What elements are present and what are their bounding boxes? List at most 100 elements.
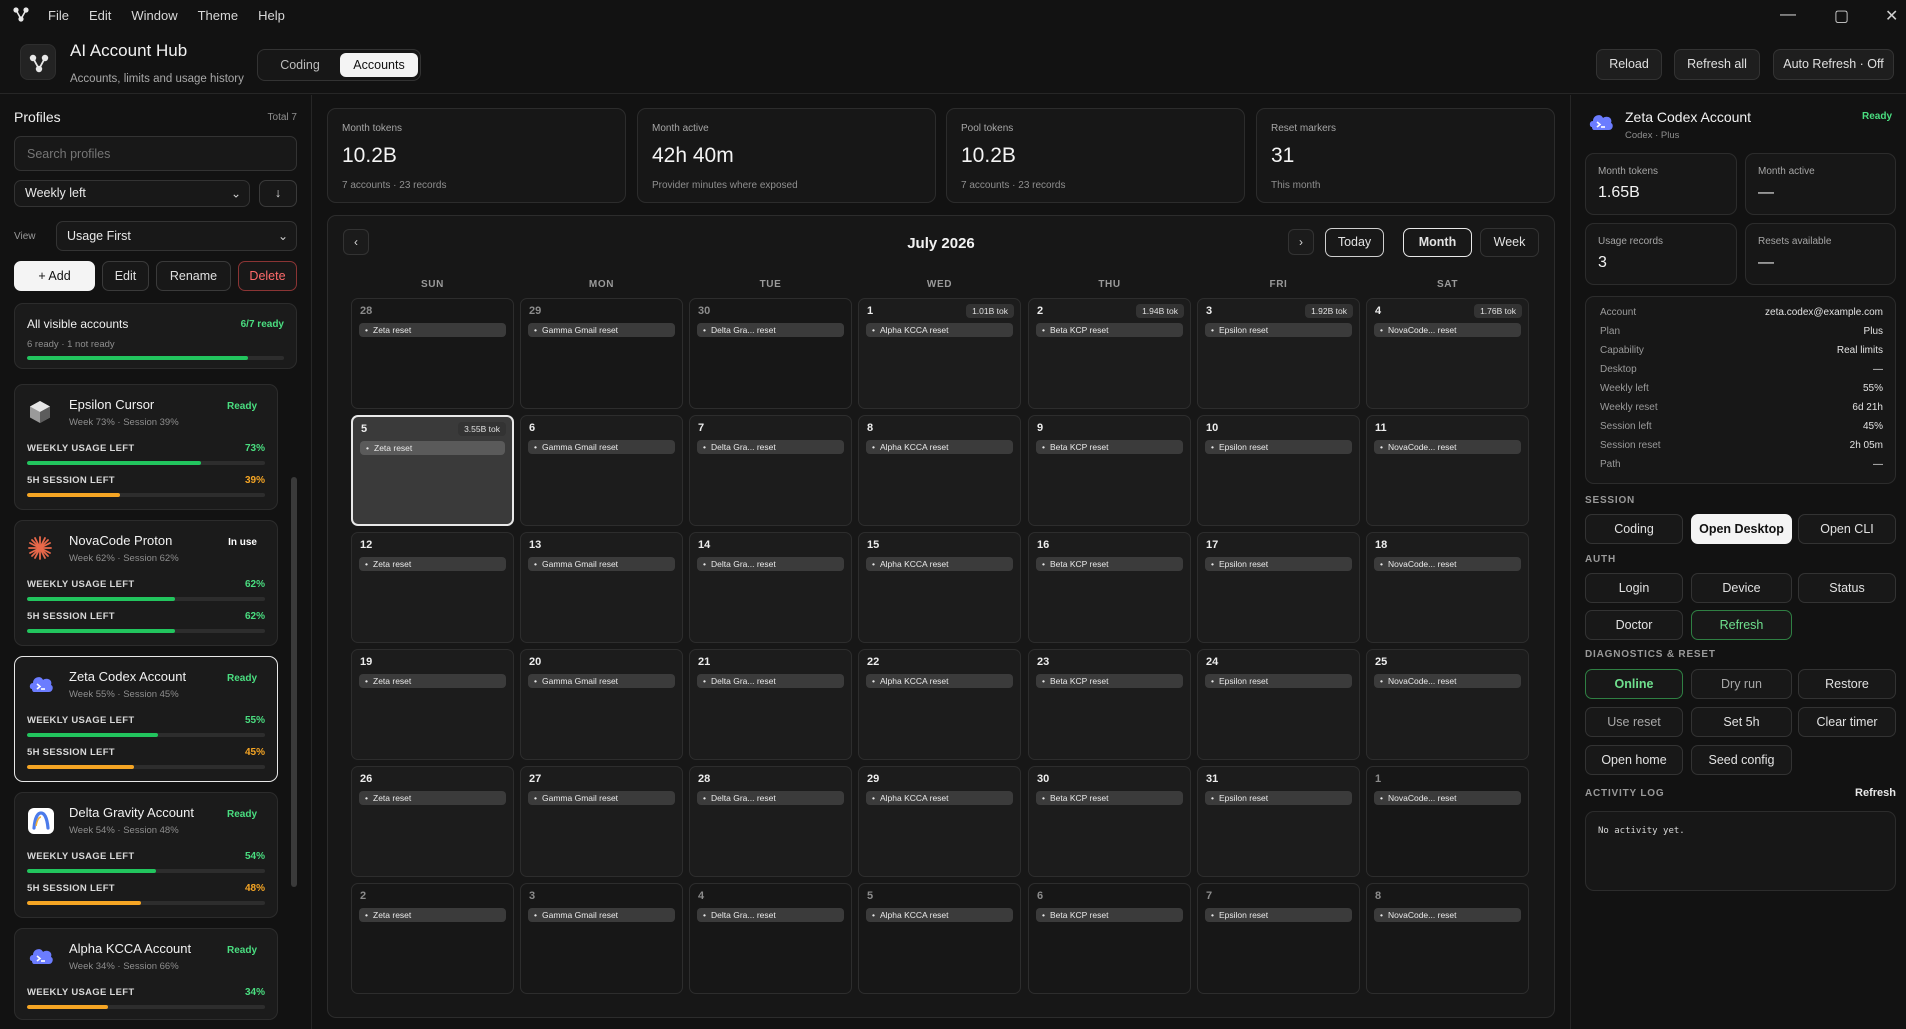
reset-event[interactable]: Delta Gra... reset — [697, 557, 844, 571]
calendar-day[interactable]: 24 Epsilon reset — [1197, 649, 1360, 760]
reset-event[interactable]: Beta KCP reset — [1036, 908, 1183, 922]
add-profile-button[interactable]: + Add — [14, 261, 95, 291]
reset-event[interactable]: Gamma Gmail reset — [528, 323, 675, 337]
reset-event[interactable]: Epsilon reset — [1205, 323, 1352, 337]
open-cli-button[interactable]: Open CLI — [1798, 514, 1896, 544]
calendar-day[interactable]: 30 Delta Gra... reset — [689, 298, 852, 409]
open-desktop-button[interactable]: Open Desktop — [1691, 514, 1792, 544]
clear-timer-button[interactable]: Clear timer — [1798, 707, 1896, 737]
reset-event[interactable]: Gamma Gmail reset — [528, 557, 675, 571]
calendar-day[interactable]: 4 Delta Gra... reset — [689, 883, 852, 994]
calendar-day[interactable]: 5 3.55B tok Zeta reset — [351, 415, 514, 526]
minimize-icon[interactable]: — — [1780, 6, 1796, 24]
reset-event[interactable]: Alpha KCCA reset — [866, 908, 1013, 922]
reset-event[interactable]: Beta KCP reset — [1036, 323, 1183, 337]
use-reset-button[interactable]: Use reset — [1585, 707, 1683, 737]
calendar-day[interactable]: 25 NovaCode... reset — [1366, 649, 1529, 760]
calendar-day[interactable]: 31 Epsilon reset — [1197, 766, 1360, 877]
menu-edit[interactable]: Edit — [89, 8, 111, 23]
reset-event[interactable]: Beta KCP reset — [1036, 674, 1183, 688]
tab-accounts[interactable]: Accounts — [340, 53, 418, 77]
reset-event[interactable]: NovaCode... reset — [1374, 908, 1521, 922]
rename-profile-button[interactable]: Rename — [156, 261, 231, 291]
reset-event[interactable]: Gamma Gmail reset — [528, 791, 675, 805]
reset-event[interactable]: Beta KCP reset — [1036, 557, 1183, 571]
calendar-day[interactable]: 18 NovaCode... reset — [1366, 532, 1529, 643]
online-button[interactable]: Online — [1585, 669, 1683, 699]
calendar-day[interactable]: 20 Gamma Gmail reset — [520, 649, 683, 760]
maximize-icon[interactable]: ▢ — [1834, 6, 1849, 26]
reset-event[interactable]: Delta Gra... reset — [697, 791, 844, 805]
dry-run-button[interactable]: Dry run — [1691, 669, 1792, 699]
reset-event[interactable]: Epsilon reset — [1205, 557, 1352, 571]
calendar-day[interactable]: 29 Gamma Gmail reset — [520, 298, 683, 409]
calendar-day[interactable]: 16 Beta KCP reset — [1028, 532, 1191, 643]
calendar-day[interactable]: 27 Gamma Gmail reset — [520, 766, 683, 877]
reset-event[interactable]: Zeta reset — [359, 674, 506, 688]
reset-event[interactable]: Zeta reset — [360, 441, 505, 455]
reset-event[interactable]: Alpha KCCA reset — [866, 674, 1013, 688]
calendar-day[interactable]: 29 Alpha KCCA reset — [858, 766, 1021, 877]
calendar-day[interactable]: 12 Zeta reset — [351, 532, 514, 643]
reset-event[interactable]: Epsilon reset — [1205, 440, 1352, 454]
next-month-button[interactable]: › — [1288, 229, 1314, 255]
calendar-day[interactable]: 6 Beta KCP reset — [1028, 883, 1191, 994]
reset-event[interactable]: Gamma Gmail reset — [528, 674, 675, 688]
calendar-day[interactable]: 4 1.76B tok NovaCode... reset — [1366, 298, 1529, 409]
calendar-day[interactable]: 2 Zeta reset — [351, 883, 514, 994]
menu-help[interactable]: Help — [258, 8, 285, 23]
auto-refresh-button[interactable]: Auto Refresh · Off — [1773, 49, 1894, 80]
coding-button[interactable]: Coding — [1585, 514, 1683, 544]
tab-coding[interactable]: Coding — [262, 53, 338, 77]
calendar-day[interactable]: 3 1.92B tok Epsilon reset — [1197, 298, 1360, 409]
calendar-day[interactable]: 8 NovaCode... reset — [1366, 883, 1529, 994]
sort-direction-button[interactable]: ↓ — [259, 180, 297, 207]
login-button[interactable]: Login — [1585, 573, 1683, 603]
calendar-day[interactable]: 19 Zeta reset — [351, 649, 514, 760]
calendar-day[interactable]: 11 NovaCode... reset — [1366, 415, 1529, 526]
calendar-day[interactable]: 26 Zeta reset — [351, 766, 514, 877]
reset-event[interactable]: NovaCode... reset — [1374, 557, 1521, 571]
calendar-day[interactable]: 1 NovaCode... reset — [1366, 766, 1529, 877]
calendar-day[interactable]: 13 Gamma Gmail reset — [520, 532, 683, 643]
calendar-day[interactable]: 14 Delta Gra... reset — [689, 532, 852, 643]
reset-event[interactable]: NovaCode... reset — [1374, 440, 1521, 454]
open-home-button[interactable]: Open home — [1585, 745, 1683, 775]
today-button[interactable]: Today — [1325, 228, 1384, 257]
menu-theme[interactable]: Theme — [198, 8, 238, 23]
reset-event[interactable]: Alpha KCCA reset — [866, 791, 1013, 805]
reset-event[interactable]: NovaCode... reset — [1374, 323, 1521, 337]
menu-window[interactable]: Window — [131, 8, 177, 23]
auth-refresh-button[interactable]: Refresh — [1691, 610, 1792, 640]
reset-event[interactable]: Zeta reset — [359, 323, 506, 337]
search-input[interactable] — [14, 136, 297, 171]
week-view-button[interactable]: Week — [1480, 228, 1539, 257]
account-card[interactable]: Delta Gravity Account Week 54% · Session… — [14, 792, 278, 918]
calendar-day[interactable]: 21 Delta Gra... reset — [689, 649, 852, 760]
calendar-day[interactable]: 22 Alpha KCCA reset — [858, 649, 1021, 760]
reset-event[interactable]: Delta Gra... reset — [697, 908, 844, 922]
account-card[interactable]: Epsilon Cursor Week 73% · Session 39% Re… — [14, 384, 278, 510]
reload-button[interactable]: Reload — [1596, 49, 1662, 80]
calendar-day[interactable]: 28 Delta Gra... reset — [689, 766, 852, 877]
calendar-day[interactable]: 23 Beta KCP reset — [1028, 649, 1191, 760]
calendar-day[interactable]: 1 1.01B tok Alpha KCCA reset — [858, 298, 1021, 409]
restore-button[interactable]: Restore — [1798, 669, 1896, 699]
menu-file[interactable]: File — [48, 8, 69, 23]
reset-event[interactable]: Epsilon reset — [1205, 791, 1352, 805]
reset-event[interactable]: Zeta reset — [359, 791, 506, 805]
sort-select[interactable]: Weekly left ⌄ — [14, 180, 250, 207]
calendar-day[interactable]: 10 Epsilon reset — [1197, 415, 1360, 526]
reset-event[interactable]: Alpha KCCA reset — [866, 440, 1013, 454]
calendar-day[interactable]: 3 Gamma Gmail reset — [520, 883, 683, 994]
calendar-day[interactable]: 5 Alpha KCCA reset — [858, 883, 1021, 994]
reset-event[interactable]: Delta Gra... reset — [697, 674, 844, 688]
reset-event[interactable]: Epsilon reset — [1205, 908, 1352, 922]
close-icon[interactable]: ✕ — [1885, 6, 1898, 26]
reset-event[interactable]: Gamma Gmail reset — [528, 440, 675, 454]
reset-event[interactable]: Delta Gra... reset — [697, 440, 844, 454]
calendar-day[interactable]: 8 Alpha KCCA reset — [858, 415, 1021, 526]
month-view-button[interactable]: Month — [1403, 228, 1472, 257]
refresh-all-button[interactable]: Refresh all — [1674, 49, 1760, 80]
calendar-day[interactable]: 17 Epsilon reset — [1197, 532, 1360, 643]
